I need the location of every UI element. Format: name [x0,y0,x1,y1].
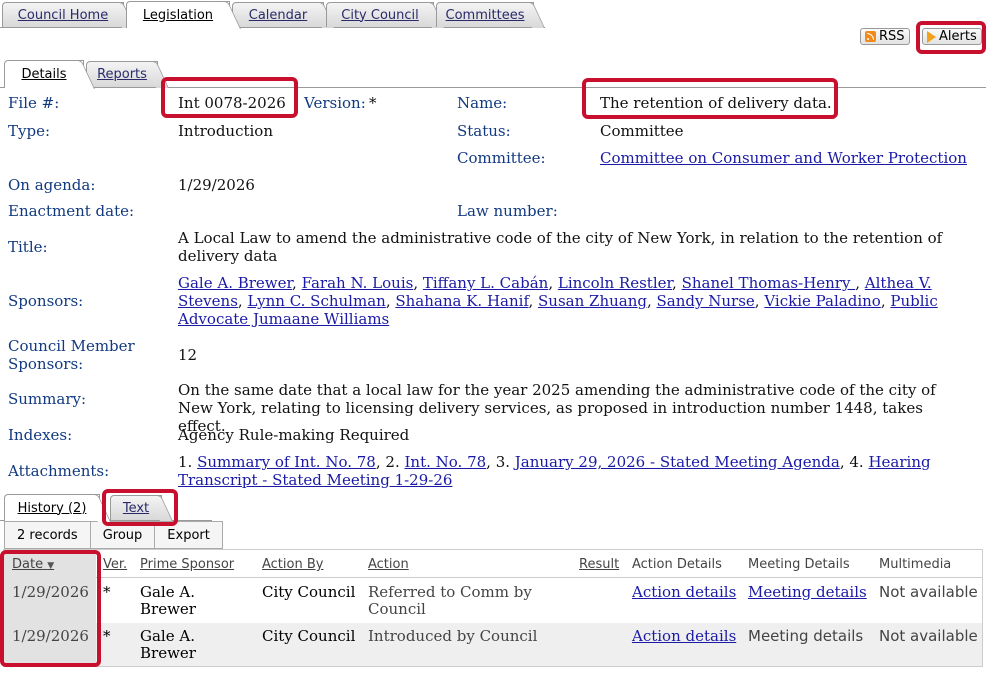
name-label: Name: [457,94,508,112]
header-date-label: Date [12,557,44,572]
tab-history[interactable]: History (2) [4,494,100,521]
alerts-button[interactable]: Alerts [922,28,982,45]
cm-sponsors-label-line2: Sponsors: [8,355,84,373]
row-action-by: City Council [262,627,356,645]
header-meeting-details: Meeting Details [748,557,850,572]
row-date: 1/29/2026 [12,583,89,601]
enactment-label: Enactment date: [8,202,135,220]
law-number-label: Law number: [457,202,558,220]
version-value: * [369,94,377,112]
history-toolbar: 2 records Group Export [4,521,223,549]
indexes-value: Agency Rule-making Required [178,426,410,444]
header-multimedia: Multimedia [879,557,952,572]
sponsor-link[interactable]: Shanel Thomas-Henry [682,274,856,292]
rss-label: RSS [879,29,905,44]
file-number: Int 0078-2026 [178,94,286,112]
action-details-link[interactable]: Action details [632,584,736,601]
cm-sponsors-label: Council Member Sponsors: [8,337,135,373]
alert-icon [927,30,936,43]
row-ver: * [103,627,111,645]
meeting-details-link[interactable]: Meeting details [748,584,867,601]
file-label: File #: [8,94,60,112]
header-date[interactable]: Date ▼ [12,557,54,572]
row-meeting-details: Meeting details [748,627,864,645]
tab-details[interactable]: Details [4,60,84,88]
sponsor-link[interactable]: Gale A. Brewer [178,274,292,292]
sponsor-link[interactable]: Lynn C. Schulman [247,292,385,310]
attachment-link[interactable]: January 29, 2026 - Stated Meeting Agenda [515,453,840,471]
rss-icon [865,31,876,42]
header-prime-sponsor[interactable]: Prime Sponsor [140,557,234,572]
sponsors-list: Gale A. Brewer, Farah N. Louis, Tiffany … [178,274,938,328]
tab-committees[interactable]: Committees [436,2,534,27]
cm-sponsors-label-line1: Council Member [8,337,135,355]
agenda-value: 1/29/2026 [178,176,255,194]
sponsor-link[interactable]: Vickie Paladino [764,292,881,310]
name-value: The retention of delivery data. [600,94,832,112]
row-sponsor: Gale A. Brewer [140,583,196,618]
attachment-link[interactable]: Int. No. 78 [404,453,486,471]
cm-sponsors-count: 12 [178,346,198,364]
alerts-label: Alerts [939,29,977,44]
status-value: Committee [600,122,684,140]
sponsor-link[interactable]: Lincoln Restler [558,274,672,292]
header-ver[interactable]: Ver. [103,557,127,572]
row-action-by: City Council [262,583,356,601]
row-multimedia: Not available [879,583,978,601]
detail-tab-baseline [0,87,986,88]
type-value: Introduction [178,122,273,140]
committee-label: Committee: [457,149,546,167]
agenda-label: On agenda: [8,176,96,194]
top-tab-baseline [0,27,545,28]
attachments-label: Attachments: [8,462,110,480]
status-label: Status: [457,122,511,140]
committee-link[interactable]: Committee on Consumer and Worker Protect… [600,149,967,167]
sponsor-link[interactable]: Shahana K. Hanif [395,292,528,310]
group-button[interactable]: Group [91,522,156,548]
sponsor-link[interactable]: Susan Zhuang [538,292,647,310]
type-label: Type: [8,122,51,140]
row-date: 1/29/2026 [12,627,89,645]
row-ver: * [103,583,111,601]
header-action[interactable]: Action [368,557,409,572]
export-button[interactable]: Export [155,522,222,548]
sponsors-label: Sponsors: [8,292,84,310]
tab-council-home[interactable]: Council Home [2,2,124,27]
tab-legislation[interactable]: Legislation [126,1,230,28]
row-sponsor: Gale A. Brewer [140,627,196,662]
records-count-button[interactable]: 2 records [5,522,91,548]
sponsor-link[interactable]: Farah N. Louis [302,274,414,292]
title-label: Title: [8,238,48,256]
indexes-label: Indexes: [8,426,73,444]
header-action-details: Action Details [632,557,722,572]
tab-text[interactable]: Text [110,495,162,520]
tab-reports[interactable]: Reports [86,61,158,87]
header-result[interactable]: Result [579,557,619,572]
header-action-by[interactable]: Action By [262,557,323,572]
rss-button[interactable]: RSS [860,28,910,45]
summary-label: Summary: [8,390,87,408]
sponsor-link[interactable]: Sandy Nurse [657,292,755,310]
title-value: A Local Law to amend the administrative … [178,229,943,265]
sort-desc-icon: ▼ [47,561,55,571]
tab-calendar[interactable]: Calendar [232,2,324,27]
row-multimedia: Not available [879,627,978,645]
row-action: Introduced by Council [368,627,538,645]
version-label: Version: [304,94,366,112]
action-details-link[interactable]: Action details [632,628,736,645]
attachment-link[interactable]: Summary of Int. No. 78 [197,453,376,471]
sponsor-link[interactable]: Tiffany L. Cabán [423,274,548,292]
attachments-list: 1. Summary of Int. No. 78, 2. Int. No. 7… [178,453,931,489]
tab-city-council[interactable]: City Council [326,2,434,27]
row-action: Referred to Comm by Council [368,583,532,618]
